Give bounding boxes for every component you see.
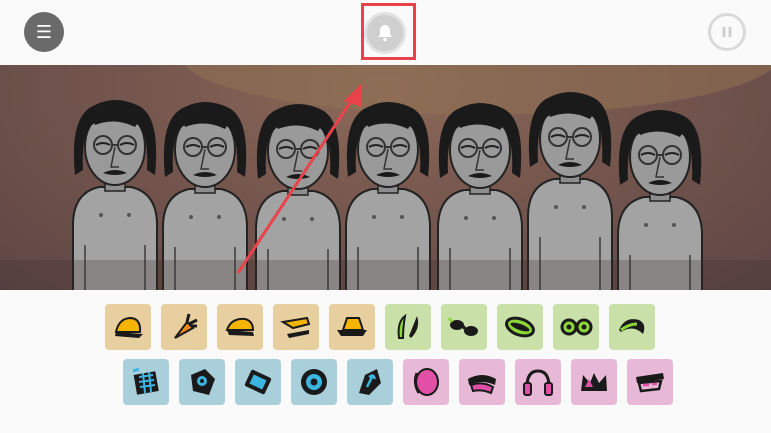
pause-button[interactable] — [708, 13, 746, 51]
beat-hat-icon[interactable] — [329, 304, 375, 350]
effect-leaf-icon[interactable] — [609, 304, 655, 350]
sound-row-2 — [123, 359, 673, 405]
beat-cap-icon[interactable] — [105, 304, 151, 350]
effect-sticks-icon[interactable] — [385, 304, 431, 350]
voice-mask-icon[interactable] — [627, 359, 673, 405]
melody-target-icon[interactable] — [291, 359, 337, 405]
effect-disc-icon[interactable] — [497, 304, 543, 350]
sound-tray — [0, 290, 771, 433]
character-stage — [0, 65, 771, 290]
voice-hat-icon[interactable] — [459, 359, 505, 405]
beat-carrot-icon[interactable] — [161, 304, 207, 350]
melody-grid-icon[interactable] — [123, 359, 169, 405]
menu-button[interactable]: ☰ — [24, 12, 64, 52]
top-bar: ☰ — [0, 0, 771, 65]
beat-cap-side-icon[interactable] — [217, 304, 263, 350]
beat-visor-icon[interactable] — [273, 304, 319, 350]
menu-icon: ☰ — [35, 21, 53, 43]
melody-box-icon[interactable] — [179, 359, 225, 405]
effect-sunglasses-icon[interactable] — [441, 304, 487, 350]
melody-arrow-icon[interactable] — [347, 359, 393, 405]
annotation-highlight-box — [361, 3, 416, 60]
effect-glasses-icon[interactable] — [553, 304, 599, 350]
voice-crown-icon[interactable] — [571, 359, 617, 405]
voice-mic-icon[interactable] — [403, 359, 449, 405]
annotation-arrow — [236, 83, 362, 274]
voice-headphones-icon[interactable] — [515, 359, 561, 405]
sound-row-1 — [105, 304, 655, 350]
pause-icon — [722, 27, 732, 37]
melody-tablet-icon[interactable] — [235, 359, 281, 405]
